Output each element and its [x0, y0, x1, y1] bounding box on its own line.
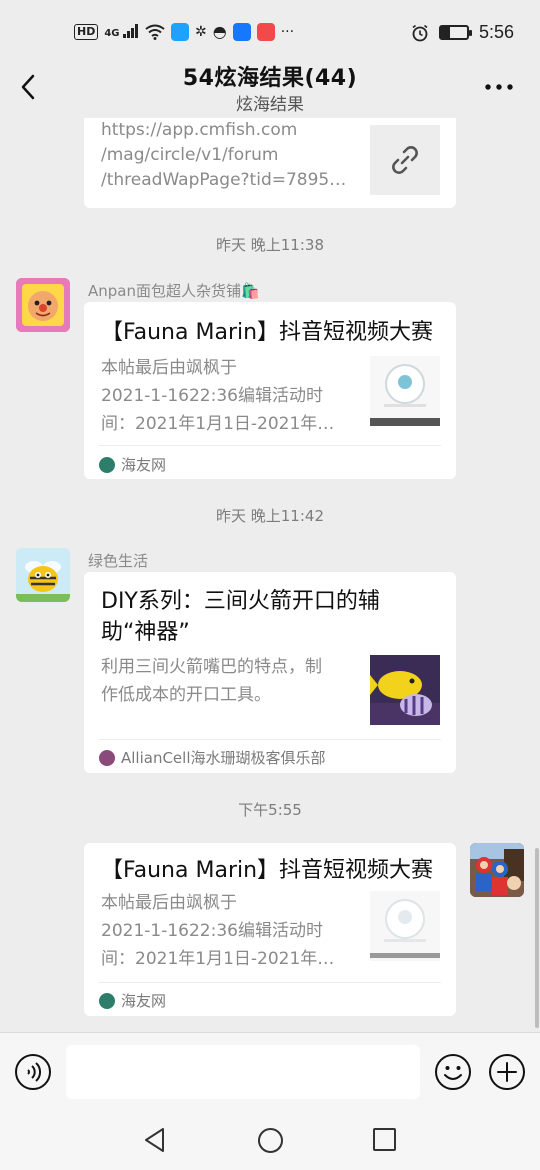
article-desc-line: 作低成本的开口工具。	[101, 685, 271, 705]
battery-level	[440, 27, 451, 38]
status-left: HD 4G ✲ ◓ ···	[74, 22, 294, 41]
article-desc-line: 间：2021年1月1日-2021年…	[101, 949, 335, 969]
navigation-bar	[0, 1114, 540, 1170]
battery-icon	[438, 25, 472, 40]
source-name: 海友网	[121, 992, 167, 1010]
article-thumbnail	[370, 655, 440, 725]
article-card[interactable]: 【Fauna Marin】抖音短视频大赛 本帖最后由飒枫于 2021-1-162…	[84, 302, 456, 479]
source-icon	[99, 456, 115, 473]
hd-icon: HD	[74, 23, 99, 40]
article-desc-line: 本帖最后由飒枫于	[101, 893, 237, 913]
article-title: 【Fauna Marin】抖音短视频大赛	[101, 858, 434, 883]
article-desc-line: 2021-1-1622:36编辑活动时	[101, 921, 323, 941]
article-desc-line: 2021-1-1622:36编辑活动时	[101, 386, 323, 406]
message-timestamp: 昨天 晚上11:42	[216, 507, 324, 525]
article-source: AllianCell海水珊瑚极客俱乐部	[99, 747, 326, 768]
chat-title: 54炫海结果(44)	[182, 66, 358, 91]
sender-name: Anpan面包超人杂货铺🛍️	[88, 282, 260, 300]
source-icon	[99, 992, 115, 1009]
link-url-line: https://app.cmfish.com	[101, 120, 298, 140]
article-title: DIY系列：三间火箭开口的辅 助“神器”	[101, 586, 440, 648]
card-divider	[99, 739, 441, 740]
link-url: https://app.cmfish.com /mag/circle/v1/fo…	[101, 118, 351, 193]
sender-name: 绿色生活	[88, 552, 149, 570]
article-desc: 本帖最后由飒枫于 2021-1-1622:36编辑活动时 间：2021年1月1日…	[101, 354, 351, 438]
chat-header: 54炫海结果(44) 炫海结果	[0, 60, 540, 118]
message-input[interactable]	[66, 1045, 420, 1099]
article-source: 海友网	[99, 454, 166, 475]
card-divider	[99, 445, 441, 446]
link-thumb	[370, 125, 440, 195]
more-notifications-icon: ···	[280, 23, 295, 40]
qq-icon: ◓	[212, 22, 227, 41]
message-timestamp: 昨天 晚上11:38	[216, 236, 324, 254]
app-icon	[171, 22, 189, 41]
nav-recent-icon[interactable]	[372, 1127, 397, 1152]
avatar[interactable]	[16, 278, 70, 332]
signal-icon: 4G	[104, 24, 139, 39]
article-thumbnail	[370, 891, 440, 961]
message-timestamp: 下午5:55	[238, 801, 302, 819]
link-url-line: /mag/circle/v1/forum	[101, 145, 279, 165]
article-desc-line: 利用三间火箭嘴巴的特点，制	[101, 657, 322, 677]
alarm-icon	[412, 24, 428, 41]
signal-label: 4G	[104, 28, 120, 39]
more-horizontal-icon[interactable]	[484, 82, 514, 92]
avatar[interactable]	[16, 548, 70, 602]
app-icon	[256, 22, 275, 41]
link-url-line: /threadWapPage?tid=7895…	[101, 170, 347, 190]
source-name: AllianCell海水珊瑚极客俱乐部	[121, 749, 326, 767]
status-bar: HD 4G ✲ ◓ ··· 5:56	[0, 0, 540, 64]
link-message-card[interactable]: https://app.cmfish.com /mag/circle/v1/fo…	[84, 118, 456, 208]
weibo-icon: ✲	[195, 23, 207, 40]
article-title-line: DIY系列：三间火箭开口的辅	[101, 589, 380, 614]
status-time: 5:56	[478, 22, 514, 42]
article-desc: 利用三间火箭嘴巴的特点，制 作低成本的开口工具。	[101, 653, 357, 709]
plus-icon[interactable]	[488, 1053, 526, 1091]
avatar[interactable]	[470, 843, 524, 897]
emoji-icon[interactable]	[434, 1053, 472, 1091]
article-card[interactable]: 【Fauna Marin】抖音短视频大赛 本帖最后由飒枫于 2021-1-162…	[84, 843, 456, 1016]
chat-scrollbar[interactable]	[535, 848, 539, 1028]
input-bar	[0, 1032, 540, 1114]
nav-back-icon[interactable]	[142, 1126, 168, 1154]
chat-area[interactable]: https://app.cmfish.com /mag/circle/v1/fo…	[0, 118, 540, 1032]
article-card[interactable]: DIY系列：三间火箭开口的辅 助“神器” 利用三间火箭嘴巴的特点，制 作低成本的…	[84, 572, 456, 773]
article-title-line: 助“神器”	[101, 620, 190, 645]
voice-icon[interactable]	[14, 1053, 52, 1091]
article-title: 【Fauna Marin】抖音短视频大赛	[101, 320, 434, 345]
article-desc: 本帖最后由飒枫于 2021-1-1622:36编辑活动时 间：2021年1月1日…	[101, 889, 351, 973]
source-name: 海友网	[121, 456, 167, 474]
status-right: 5:56	[411, 22, 514, 43]
article-thumbnail	[370, 356, 440, 426]
wifi-icon	[145, 24, 165, 40]
article-source: 海友网	[99, 990, 166, 1011]
link-icon	[392, 146, 418, 174]
alipay-icon	[232, 22, 251, 41]
article-desc-line: 间：2021年1月1日-2021年…	[101, 414, 335, 434]
card-divider	[99, 982, 441, 983]
article-desc-line: 本帖最后由飒枫于	[101, 358, 237, 378]
source-icon	[99, 749, 115, 766]
chat-subtitle: 炫海结果	[236, 95, 304, 115]
nav-home-icon[interactable]	[257, 1127, 284, 1154]
